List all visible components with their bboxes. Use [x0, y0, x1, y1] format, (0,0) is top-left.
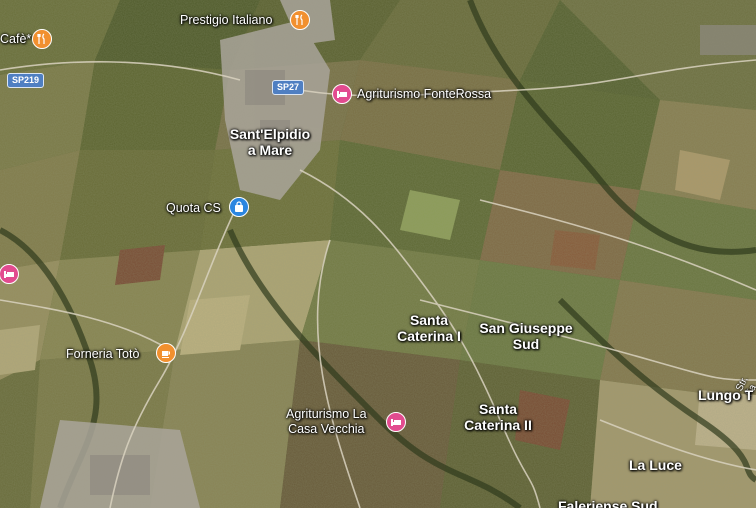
town-label-santelpidio: Sant'Elpidio a Mare	[229, 126, 311, 158]
satellite-map[interactable]: SP219 SP27 Str. Fa Prestigio Italiano Ca…	[0, 0, 756, 508]
place-label-santacaterina-2: Santa Caterina II	[464, 401, 532, 433]
cafe-cup-icon[interactable]	[156, 343, 176, 363]
place-label-faleriense: Faleriense Sud	[558, 498, 658, 508]
road-shield-sp27: SP27	[272, 80, 305, 95]
satellite-terrain	[0, 0, 756, 508]
road-shield-sp219: SP219	[7, 73, 45, 88]
poi-label-fonterossa[interactable]: Agriturismo FonteRossa	[357, 87, 491, 101]
restaurant-icon[interactable]	[32, 29, 52, 49]
poi-label-forneria[interactable]: Forneria Totò	[66, 347, 139, 361]
poi-label-cafe[interactable]: Cafè*	[0, 32, 31, 46]
place-label-santacaterina-1: Santa Caterina I	[397, 312, 461, 344]
bed-icon[interactable]	[0, 264, 19, 284]
poi-label-quota[interactable]: Quota CS	[166, 201, 221, 215]
bed-icon[interactable]	[332, 84, 352, 104]
bed-icon[interactable]	[386, 412, 406, 432]
restaurant-icon[interactable]	[290, 10, 310, 30]
place-label-lungote: Lungo T	[698, 387, 754, 403]
shopping-bag-icon[interactable]	[229, 197, 249, 217]
place-label-sangiuseppe: San Giuseppe Sud	[479, 320, 573, 352]
poi-label-prestigio[interactable]: Prestigio Italiano	[180, 13, 272, 27]
poi-label-casavecchia[interactable]: Agriturismo La Casa Vecchia	[286, 407, 367, 437]
place-label-laluce: La Luce	[629, 457, 682, 473]
